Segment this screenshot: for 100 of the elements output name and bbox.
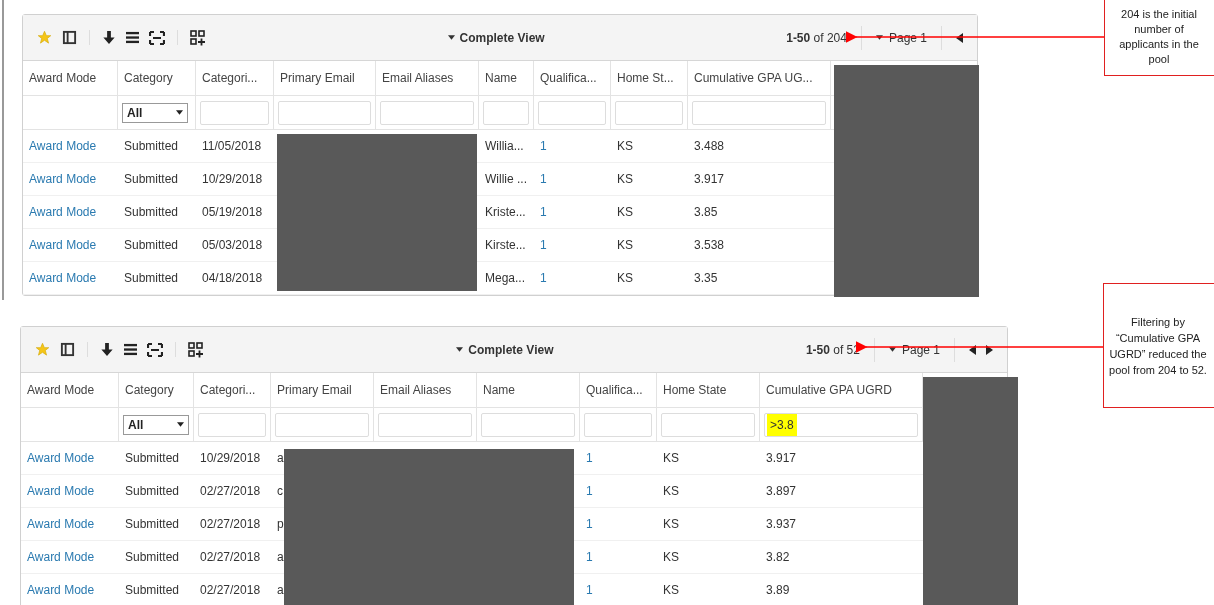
table-cell-text: a [277, 549, 284, 566]
award-mode-link[interactable]: Award Mode [29, 137, 97, 155]
filter-field[interactable] [380, 100, 474, 125]
view-dropdown[interactable]: Complete View [447, 28, 545, 47]
previous-page-icon[interactable] [956, 32, 963, 43]
caret-icon [875, 35, 883, 40]
column-header[interactable]: Categori... [194, 373, 271, 407]
table-cell-text: KS [617, 204, 633, 221]
column-header[interactable]: Category [118, 61, 196, 95]
column-panel-icon[interactable] [60, 342, 75, 357]
add-widget-icon[interactable] [188, 341, 204, 358]
list-icon[interactable] [126, 31, 139, 44]
column-header[interactable]: Qualifica... [534, 61, 611, 95]
qualification-link[interactable]: 1 [540, 203, 547, 221]
award-mode-link[interactable]: Award Mode [27, 482, 95, 500]
download-icon[interactable] [100, 342, 114, 357]
filter-field[interactable]: >3.8 [764, 412, 918, 437]
filter-field[interactable] [275, 412, 369, 437]
column-header[interactable]: Email Aliases [374, 373, 477, 407]
table-cell-text: 3.35 [694, 270, 718, 287]
filter-field[interactable] [584, 412, 652, 437]
award-mode-link[interactable]: Award Mode [27, 581, 95, 599]
column-header[interactable]: Categori... [196, 61, 274, 95]
column-header[interactable]: Cumulative GPA UG... [688, 61, 831, 95]
table-cell-text: 02/27/2018 [200, 582, 261, 599]
record-range: 1-50 of 204 [786, 29, 847, 47]
filter-field[interactable] [200, 100, 269, 125]
award-mode-link[interactable]: Award Mode [29, 236, 97, 254]
expand-icon[interactable] [147, 342, 163, 357]
table-cell-text: KS [663, 582, 679, 599]
qualification-link[interactable]: 1 [540, 269, 547, 287]
column-header[interactable]: Primary Email [271, 373, 374, 407]
qualification-link[interactable]: 1 [540, 236, 547, 254]
table-cell-text: Submitted [124, 138, 179, 155]
column-header[interactable]: Primary Email [274, 61, 376, 95]
column-header[interactable]: Home State [657, 373, 760, 407]
view-dropdown[interactable]: Complete View [456, 340, 554, 359]
column-header[interactable]: Name [479, 61, 534, 95]
table-cell-text: p [277, 516, 284, 533]
table-cell-text: 02/27/2018 [200, 549, 261, 566]
next-page-icon[interactable] [986, 344, 993, 355]
table-cell-text: 3.538 [694, 237, 725, 254]
column-header[interactable]: Award Mode [21, 373, 119, 407]
list-icon[interactable] [124, 343, 137, 356]
table-cell-text: KS [663, 450, 679, 467]
qualification-link[interactable]: 1 [586, 482, 593, 500]
download-icon[interactable] [102, 30, 116, 45]
table-cell-text: Submitted [125, 483, 180, 500]
award-mode-link[interactable]: Award Mode [29, 269, 97, 287]
filter-field[interactable] [198, 412, 266, 437]
previous-page-icon[interactable] [969, 344, 976, 355]
award-mode-link[interactable]: Award Mode [27, 515, 95, 533]
qualification-link[interactable]: 1 [586, 449, 593, 467]
filter-field[interactable] [661, 412, 755, 437]
filter-field[interactable] [278, 100, 371, 125]
table-cell-text: KS [617, 171, 633, 188]
table-cell-text: Submitted [124, 171, 179, 188]
column-header[interactable]: Home St... [611, 61, 688, 95]
table-cell-text: 05/19/2018 [202, 204, 263, 221]
table-cell-text: 3.937 [766, 516, 797, 533]
qualification-link[interactable]: 1 [540, 137, 547, 155]
column-header[interactable]: Award Mode [23, 61, 118, 95]
expand-icon[interactable] [149, 30, 165, 45]
category-select[interactable]: All [122, 102, 188, 123]
filter-field[interactable] [538, 100, 606, 125]
star-icon[interactable] [37, 30, 52, 45]
qualification-link[interactable]: 1 [586, 581, 593, 599]
award-mode-link[interactable]: Award Mode [27, 548, 95, 566]
award-mode-link[interactable]: Award Mode [29, 170, 97, 188]
table-cell-text: a [277, 450, 284, 467]
qualification-link[interactable]: 1 [540, 170, 547, 188]
column-panel-icon[interactable] [62, 30, 77, 45]
filter-field[interactable] [692, 100, 826, 125]
add-widget-icon[interactable] [190, 29, 206, 46]
table-cell-text: Submitted [125, 582, 180, 599]
filter-field[interactable] [483, 100, 529, 125]
column-header[interactable]: Category [119, 373, 194, 407]
table-cell-text: KS [617, 237, 633, 254]
filter-field[interactable] [615, 100, 683, 125]
qualification-link[interactable]: 1 [586, 515, 593, 533]
qualification-link[interactable]: 1 [586, 548, 593, 566]
filter-field[interactable] [378, 412, 472, 437]
table-cell-text: 05/03/2018 [202, 237, 263, 254]
column-header[interactable]: Name [477, 373, 580, 407]
star-icon[interactable] [35, 342, 50, 357]
table-cell-text: 3.917 [766, 450, 797, 467]
table-cell-text: KS [617, 270, 633, 287]
table-cell-text: a [277, 582, 284, 599]
award-mode-link[interactable]: Award Mode [27, 449, 95, 467]
table-cell-text: 04/18/2018 [202, 270, 263, 287]
category-select[interactable]: All [123, 414, 189, 435]
caret-icon [888, 347, 896, 352]
filter-field[interactable] [481, 412, 575, 437]
table-cell-text: 10/29/2018 [202, 171, 263, 188]
column-header[interactable]: Email Aliases [376, 61, 479, 95]
table-cell-text: 3.917 [694, 171, 725, 188]
award-mode-link[interactable]: Award Mode [29, 203, 97, 221]
table-cell-text: 3.82 [766, 549, 790, 566]
column-header[interactable]: Qualifica... [580, 373, 657, 407]
table-cell-text: Submitted [124, 204, 179, 221]
